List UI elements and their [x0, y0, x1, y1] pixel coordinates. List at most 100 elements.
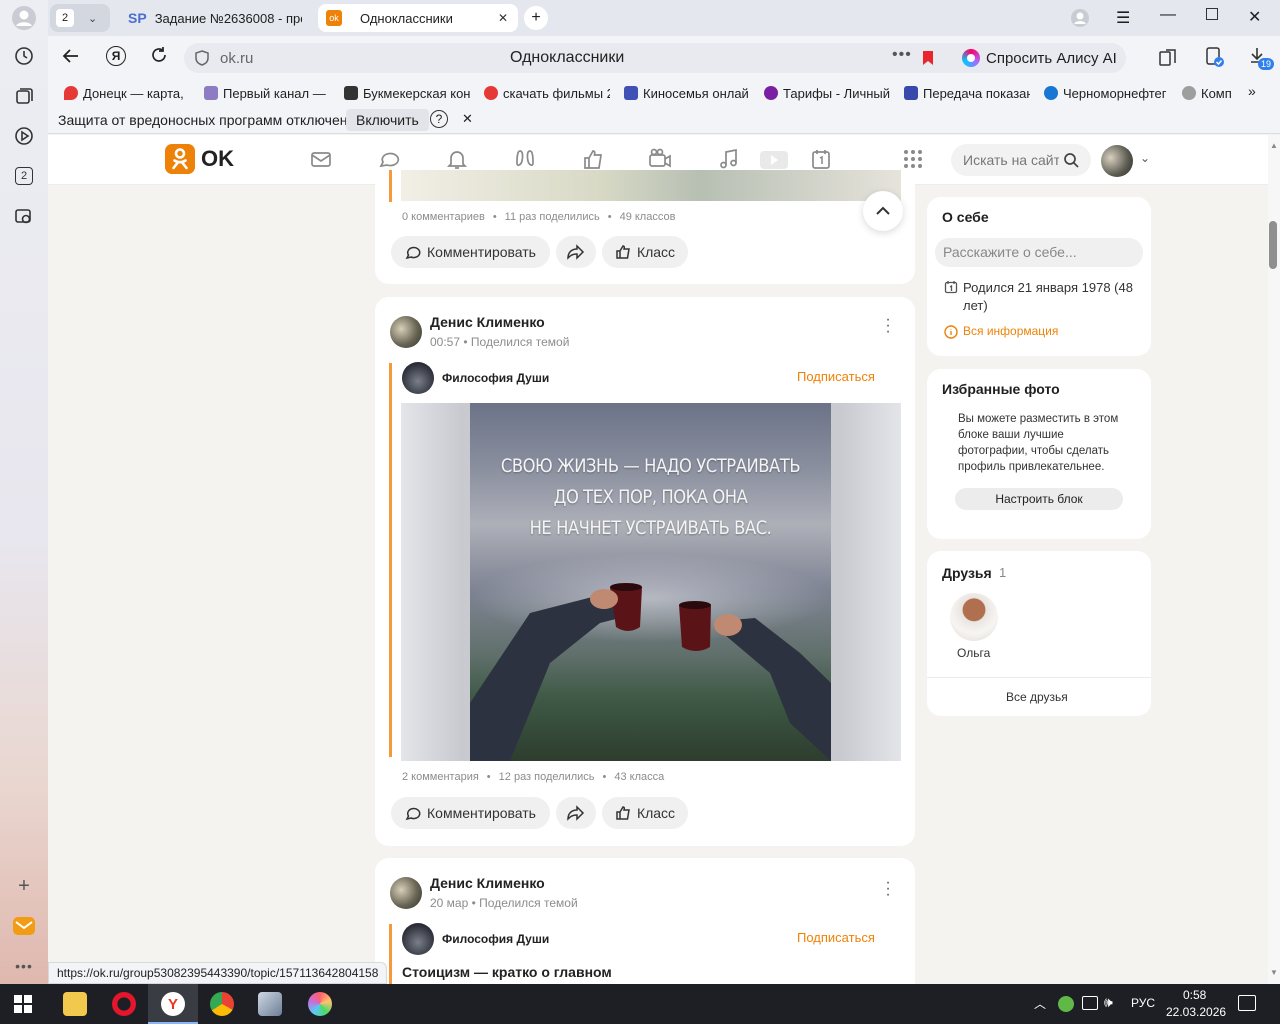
notifications-icon[interactable] [446, 148, 470, 172]
calendar-icon[interactable] [810, 148, 834, 172]
chevron-down-icon[interactable]: ⌄ [1140, 151, 1150, 165]
likes-icon[interactable] [582, 148, 606, 172]
all-info-link[interactable]: Вся информация [963, 324, 1058, 338]
history-icon[interactable] [10, 42, 38, 70]
apps-grid-icon[interactable] [902, 148, 926, 172]
shares-count[interactable]: 12 раз поделились [499, 771, 595, 783]
share-button[interactable] [556, 236, 596, 268]
clock-time[interactable]: 0:58 [1183, 988, 1206, 1002]
guests-icon[interactable] [514, 148, 538, 172]
minimize-icon[interactable]: — [1160, 6, 1176, 24]
like-button[interactable]: Класс [602, 236, 688, 268]
configure-block-button[interactable]: Настроить блок [955, 488, 1123, 510]
clock-date[interactable]: 22.03.2026 [1166, 1005, 1226, 1019]
friend-name[interactable]: Ольга [957, 646, 990, 660]
page-scrollbar[interactable]: ▲ ▼ [1268, 135, 1280, 984]
profile-icon[interactable] [10, 4, 38, 32]
downloads-icon[interactable]: 19 [1248, 46, 1275, 70]
notifications-center-icon[interactable] [1238, 995, 1256, 1011]
video-icon[interactable] [648, 148, 672, 172]
windows-start-icon[interactable] [14, 995, 32, 1018]
bookmark-item[interactable]: Передача показан [904, 84, 1030, 102]
tray-app-icon[interactable] [1058, 996, 1074, 1012]
search-input[interactable]: Искать на сайте [963, 152, 1059, 168]
video-preview-icon[interactable] [760, 151, 788, 169]
scrollbar-thumb[interactable] [1269, 221, 1277, 269]
yandex-browser-taskbar[interactable]: Y [148, 984, 198, 1024]
bookmark-item[interactable]: Тарифы - Личный [764, 84, 890, 102]
close-protection-icon[interactable]: ✕ [462, 111, 473, 127]
post-time[interactable]: 20 мар [430, 896, 468, 910]
comment-button[interactable]: Комментировать [391, 236, 550, 268]
post-menu-icon[interactable]: · · · [884, 875, 892, 903]
messages-icon[interactable] [310, 148, 334, 172]
bookmark-item[interactable]: скачать фильмы 2 [484, 84, 610, 102]
collections-icon[interactable] [10, 82, 38, 110]
bookmark-item[interactable]: Первый канал — с [204, 84, 328, 102]
tab-odnoklassniki[interactable]: ok Одноклассники ✕ [318, 4, 518, 32]
scroll-down-arrow-icon[interactable]: ▼ [1270, 968, 1278, 977]
subscribe-button[interactable]: Подписаться [797, 369, 875, 384]
likes-count[interactable]: 43 класса [614, 771, 664, 783]
scroll-up-button[interactable] [863, 191, 903, 231]
notes-icon[interactable] [1158, 48, 1178, 73]
shares-count[interactable]: 11 раз поделились [505, 211, 600, 223]
author-avatar[interactable] [390, 877, 422, 909]
search-icon[interactable] [1063, 152, 1079, 173]
menu-icon[interactable]: ☰ [1116, 8, 1130, 28]
ask-alice-button[interactable]: Спросить Алису AI [954, 43, 1126, 73]
extension-icon[interactable] [1204, 46, 1226, 73]
all-friends-link[interactable]: Все друзья [1006, 690, 1068, 704]
share-button[interactable] [556, 797, 596, 829]
app-icon[interactable] [258, 992, 282, 1016]
friends-title[interactable]: Друзья [942, 565, 992, 581]
enable-protection-button[interactable]: Включить [346, 109, 429, 131]
close-window-icon[interactable]: ✕ [1248, 7, 1261, 27]
bookmark-item[interactable]: Комп [1182, 84, 1236, 102]
group-avatar[interactable] [402, 362, 434, 394]
friend-avatar[interactable] [950, 593, 998, 641]
color-app-icon[interactable] [308, 992, 332, 1016]
network-icon[interactable] [1082, 996, 1098, 1010]
opera-icon[interactable] [112, 992, 136, 1016]
music-icon[interactable] [718, 148, 742, 172]
yandex-icon[interactable]: Я [106, 46, 126, 66]
scroll-up-arrow-icon[interactable]: ▲ [1270, 141, 1278, 150]
url-bar[interactable]: ok.ru Одноклассники ••• [184, 43, 996, 73]
tab-group-switcher[interactable]: 2 ⌄ [50, 4, 110, 32]
bookmark-item[interactable]: Донецк — карта, [64, 84, 188, 102]
bookmark-item[interactable]: Черноморнефтег [1044, 84, 1166, 102]
like-button[interactable]: Класс [602, 797, 688, 829]
more-icon[interactable]: ••• [10, 952, 38, 980]
language-indicator[interactable]: РУС [1131, 996, 1155, 1010]
tabs-count-icon[interactable]: 2 [10, 162, 38, 190]
post-image[interactable]: СВОЮ ЖИЗНЬ — НАДО УСТРАИВАТЬ ДО ТЕХ ПОР,… [470, 403, 831, 761]
volume-icon[interactable]: 🕪 [1104, 994, 1113, 1011]
ok-logo[interactable]: OK [165, 144, 234, 174]
bookmark-icon[interactable] [922, 50, 934, 71]
restore-icon[interactable] [1206, 8, 1218, 20]
back-icon[interactable] [62, 47, 80, 70]
author-avatar[interactable] [390, 316, 422, 348]
tab-task[interactable]: SP Задание №2636008 - про [120, 4, 310, 32]
author-name[interactable]: Денис Клименко [430, 875, 545, 891]
play-icon[interactable] [10, 122, 38, 150]
topic-title[interactable]: Стоицизм — кратко о главном [402, 964, 612, 980]
more-dots-icon[interactable]: ••• [892, 46, 912, 64]
file-explorer-icon[interactable] [63, 992, 87, 1016]
author-name[interactable]: Денис Клименко [430, 314, 545, 330]
add-icon[interactable]: + [10, 872, 38, 900]
reload-icon[interactable] [150, 46, 168, 69]
help-icon[interactable]: ? [430, 110, 448, 128]
tray-chevron-up-icon[interactable]: ︿ [1034, 995, 1046, 1012]
post-menu-icon[interactable]: · · · [884, 312, 892, 340]
account-icon[interactable] [1070, 8, 1090, 28]
bookmarks-overflow-icon[interactable]: » [1248, 83, 1256, 99]
post-time[interactable]: 00:57 [430, 335, 460, 349]
group-name[interactable]: Философия Души [442, 371, 549, 385]
discussions-icon[interactable] [378, 148, 402, 172]
post-image-frame[interactable]: СВОЮ ЖИЗНЬ — НАДО УСТРАИВАТЬ ДО ТЕХ ПОР,… [401, 403, 901, 761]
subscribe-button[interactable]: Подписаться [797, 930, 875, 945]
group-avatar[interactable] [402, 923, 434, 955]
shield-icon[interactable] [194, 50, 210, 71]
